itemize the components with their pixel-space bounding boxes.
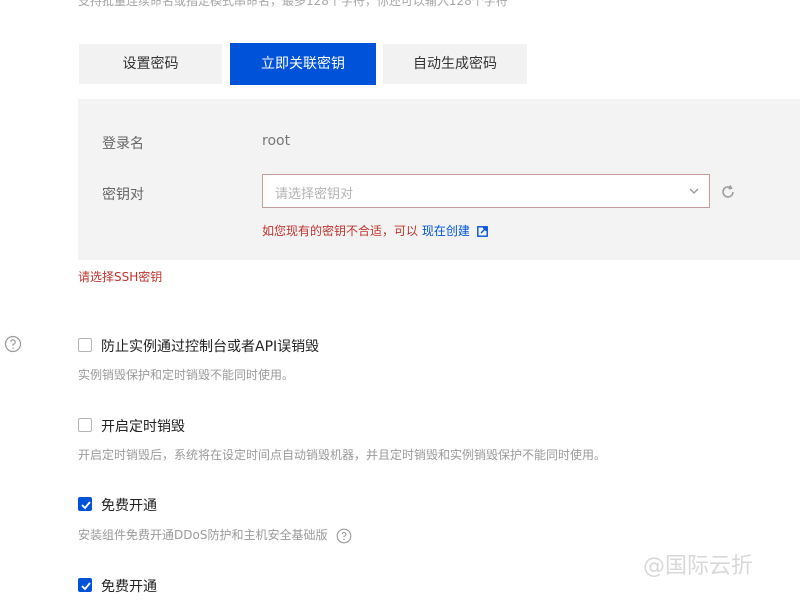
help-icon[interactable] — [4, 335, 22, 353]
create-key-link[interactable]: 现在创建 — [422, 224, 470, 238]
monitor-enable-checkbox[interactable] — [78, 578, 92, 592]
scheduled-destroy-label: 开启定时销毁 — [101, 419, 185, 435]
keypair-label: 密钥对 — [102, 187, 144, 203]
name-length-hint: 支持批量连续命名或指定模式串命名，最多128个字符，你还可以输入128个字符 — [78, 0, 508, 8]
help-icon[interactable] — [336, 528, 352, 544]
security-enable-checkbox[interactable] — [78, 497, 92, 511]
destroy-protection-label: 防止实例通过控制台或者API误销毁 — [101, 339, 320, 355]
login-name-value: root — [262, 133, 291, 149]
tab-auto-generate-password[interactable]: 自动生成密码 — [383, 44, 527, 84]
check-icon — [81, 501, 91, 510]
monitor-enable-label: 免费开通 — [101, 579, 157, 595]
external-link-icon[interactable] — [476, 226, 488, 237]
scheduled-destroy-desc: 开启定时销毁后，系统将在设定时间点自动销毁机器，并且定时销毁和实例销毁保护不能同… — [78, 448, 607, 462]
tab-associate-key[interactable]: 立即关联密钥 — [231, 44, 375, 84]
login-name-label: 登录名 — [102, 136, 144, 152]
chevron-down-icon — [689, 188, 699, 194]
destroy-protection-desc: 实例销毁保护和定时销毁不能同时使用。 — [78, 368, 295, 382]
keypair-warning: 如您现有的密钥不合适，可以 现在创建 — [262, 222, 488, 239]
security-enable-desc-text: 安装组件免费开通DDoS防护和主机安全基础版 — [78, 528, 328, 542]
watermark: @国际云折 — [643, 554, 754, 579]
refresh-icon[interactable] — [719, 183, 737, 201]
security-enable-desc: 安装组件免费开通DDoS防护和主机安全基础版 — [78, 526, 352, 544]
security-enable-label: 免费开通 — [101, 498, 157, 514]
check-icon — [81, 582, 91, 591]
keypair-warning-text: 如您现有的密钥不合适，可以 — [262, 224, 419, 238]
keypair-select-placeholder: 请选择密钥对 — [275, 187, 354, 202]
destroy-protection-checkbox[interactable] — [78, 338, 92, 352]
ssh-key-error: 请选择SSH密钥 — [78, 270, 163, 284]
keypair-select[interactable]: 请选择密钥对 — [262, 174, 710, 208]
tab-set-password[interactable]: 设置密码 — [79, 44, 222, 84]
scheduled-destroy-checkbox[interactable] — [78, 418, 92, 432]
